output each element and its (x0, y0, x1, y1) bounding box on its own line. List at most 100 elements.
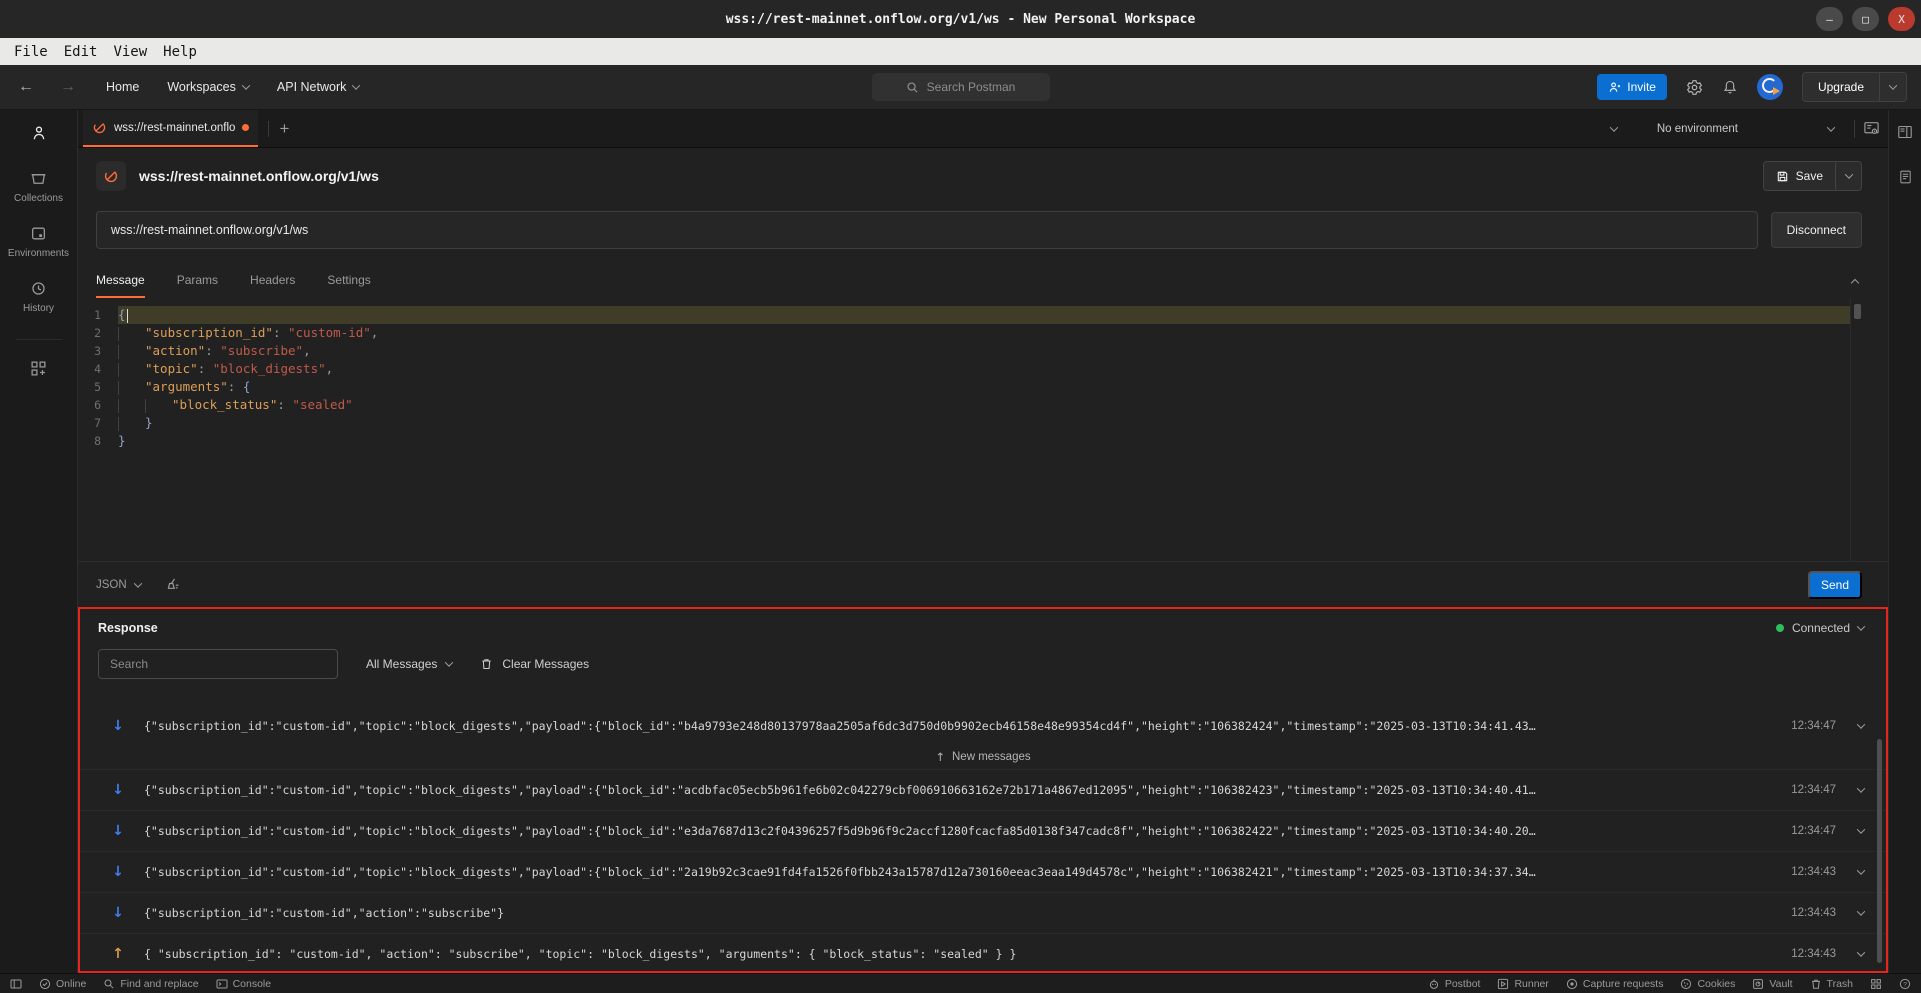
trash-button[interactable]: Trash (1810, 978, 1853, 990)
capture-requests-button[interactable]: Capture requests (1566, 978, 1664, 990)
nav-home[interactable]: Home (106, 80, 139, 94)
upgrade-button[interactable]: Upgrade (1803, 73, 1879, 101)
nav-workspaces[interactable]: Workspaces (167, 80, 249, 94)
chevron-down-icon (445, 658, 453, 666)
new-tab-button[interactable]: + (279, 119, 289, 139)
notifications-bell-icon[interactable] (1722, 79, 1738, 96)
indent-guide-icon (118, 381, 119, 395)
help-icon[interactable]: ? (1899, 978, 1911, 990)
documentation-icon[interactable] (1898, 169, 1913, 185)
code-editor-lines: 1 { 2 "subscription_id": "custom-id", 3 … (78, 306, 1888, 450)
expand-chevron-icon[interactable] (1857, 825, 1865, 833)
code-line-content[interactable]: "topic": "block_digests", (118, 360, 1850, 378)
menu-help[interactable]: Help (155, 44, 205, 60)
url-input[interactable] (96, 211, 1758, 249)
minimize-button[interactable]: – (1816, 7, 1843, 31)
response-scrollbar-thumb[interactable] (1877, 739, 1882, 963)
disconnect-button[interactable]: Disconnect (1771, 212, 1862, 248)
request-section-tabs: Message Params Headers Settings (78, 256, 1888, 298)
sidebar-item-collections[interactable]: Collections (14, 170, 63, 204)
code-line-content[interactable]: "arguments": { (118, 378, 1850, 396)
response-header: Response Connected (80, 617, 1886, 643)
sidebar-item-environments[interactable]: Environments (8, 225, 69, 259)
code-line-content[interactable]: "subscription_id": "custom-id", (118, 324, 1850, 342)
message-timestamp: 12:34:43 (1791, 907, 1836, 919)
response-section: Response Connected All Messages Clear Me… (78, 607, 1888, 973)
sidebar-item-history[interactable]: History (23, 280, 54, 314)
sidebar-configure-button[interactable] (30, 360, 47, 377)
postbot-button[interactable]: Postbot (1428, 978, 1481, 990)
request-tab[interactable]: wss://rest-mainnet.onflo (83, 110, 258, 147)
nav-api-network[interactable]: API Network (277, 80, 359, 94)
clear-messages-button[interactable]: Clear Messages (480, 657, 589, 671)
menu-view[interactable]: View (105, 44, 155, 60)
avatar[interactable] (1757, 74, 1783, 100)
close-button[interactable]: X (1888, 7, 1915, 31)
message-row[interactable]: ↓ {"subscription_id":"custom-id","topic"… (80, 851, 1886, 892)
code-line-content[interactable]: "block_status": "sealed" (118, 396, 1850, 414)
invite-button[interactable]: Invite (1597, 74, 1667, 100)
tab-settings[interactable]: Settings (327, 273, 370, 298)
expand-chevron-icon[interactable] (1857, 866, 1865, 874)
tab-params[interactable]: Params (177, 273, 218, 298)
environment-quick-look-icon[interactable] (1863, 120, 1880, 137)
message-row[interactable]: ↓ {"subscription_id":"custom-id","topic"… (80, 810, 1886, 851)
code-line-content[interactable]: { (118, 306, 1850, 324)
indent-guide-icon (118, 363, 119, 377)
global-search[interactable]: Search Postman (872, 73, 1050, 101)
tab-headers[interactable]: Headers (250, 273, 295, 298)
settings-gear-icon[interactable] (1686, 79, 1703, 96)
tab-bar: wss://rest-mainnet.onflo + No environmen… (78, 110, 1888, 148)
find-and-replace-button[interactable]: Find and replace (103, 978, 198, 990)
grid-plus-icon (30, 360, 47, 377)
message-filter-dropdown[interactable]: All Messages (366, 657, 452, 671)
beautify-icon[interactable] (165, 577, 181, 593)
expand-chevron-icon[interactable] (1857, 720, 1865, 728)
forward-arrow-icon[interactable]: → (60, 78, 76, 96)
new-messages-button[interactable]: ↑ New messages (80, 748, 1886, 766)
runner-play-icon (1497, 978, 1509, 990)
tab-list-chevron-icon[interactable] (1610, 123, 1618, 131)
editor-scrollbar-thumb[interactable] (1854, 304, 1861, 319)
expand-chevron-icon[interactable] (1857, 948, 1865, 956)
upgrade-menu-button[interactable] (1879, 73, 1906, 101)
environment-selector[interactable]: No environment (1645, 123, 1846, 135)
indent-guide-icon (118, 417, 119, 431)
save-button[interactable]: Save (1764, 162, 1835, 190)
message-row[interactable]: ↑ { "subscription_id": "custom-id", "act… (80, 933, 1886, 973)
search-icon (906, 81, 919, 94)
console-button[interactable]: Console (216, 978, 272, 990)
code-line-content[interactable]: "action": "subscribe", (118, 342, 1850, 360)
runner-button[interactable]: Runner (1497, 978, 1548, 990)
sidebar-toggle-icon[interactable] (10, 978, 22, 990)
grid-icon[interactable] (1870, 978, 1882, 990)
response-search-input[interactable] (98, 649, 338, 679)
top-nav: ← → Home Workspaces API Network Search P… (0, 65, 1921, 110)
message-list: ↓ {"subscription_id":"custom-id","topic"… (80, 705, 1886, 973)
expand-chevron-icon[interactable] (1857, 784, 1865, 792)
collapse-editor-chevron-icon[interactable] (1851, 279, 1859, 287)
send-button[interactable]: Send (1808, 571, 1862, 599)
vault-button[interactable]: Vault (1752, 978, 1792, 990)
expand-chevron-icon[interactable] (1857, 907, 1865, 915)
line-number: 1 (78, 306, 118, 324)
message-editor[interactable]: 1 { 2 "subscription_id": "custom-id", 3 … (78, 298, 1888, 561)
message-row[interactable]: ↓ {"subscription_id":"custom-id","topic"… (80, 769, 1886, 810)
menu-file[interactable]: File (6, 44, 56, 60)
maximize-button[interactable]: □ (1852, 7, 1879, 31)
tab-message[interactable]: Message (96, 273, 145, 298)
language-dropdown[interactable]: JSON (96, 579, 141, 591)
sidebar-item-profile[interactable] (30, 124, 48, 142)
message-row[interactable]: ↓ {"subscription_id":"custom-id","topic"… (80, 705, 1886, 746)
panel-layout-icon[interactable] (1897, 124, 1913, 140)
code-line-content[interactable]: } (118, 432, 1850, 450)
online-status[interactable]: Online (39, 978, 86, 990)
menu-edit[interactable]: Edit (56, 44, 106, 60)
connection-status[interactable]: Connected (1776, 621, 1864, 635)
back-arrow-icon[interactable]: ← (18, 78, 34, 96)
cookies-button[interactable]: Cookies (1680, 978, 1735, 990)
save-menu-button[interactable] (1835, 162, 1861, 190)
indent-guide-icon (145, 399, 146, 413)
code-line-content[interactable]: } (118, 414, 1850, 432)
message-row[interactable]: ↓ {"subscription_id":"custom-id","action… (80, 892, 1886, 933)
